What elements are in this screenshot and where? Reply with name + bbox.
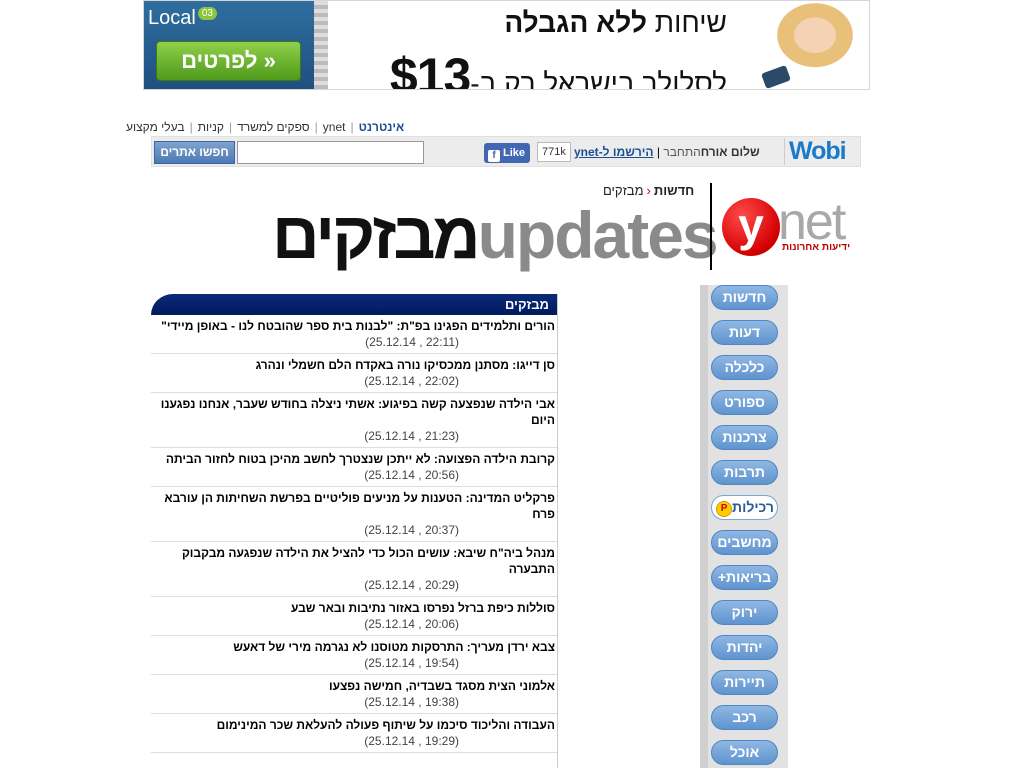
page-title-english: updates (477, 198, 719, 272)
link-shopping[interactable]: קניות (198, 120, 224, 134)
sidebar-item-8[interactable]: מחשבים (711, 530, 778, 555)
top-toolbar: חפשו אתרים f Like 771k שלום אורחהתחבר | ה… (151, 136, 861, 167)
facebook-like-count: 771k (537, 142, 571, 162)
ynet-logo-tagline: ידיעות אחרונות (782, 242, 851, 253)
news-item[interactable]: סן דייגו: מסתנן ממכסיקו נורה באקדח הלם ח… (151, 354, 557, 393)
news-list: הורים ותלמידים הפגינו בפ"ת: "לבנות בית ס… (151, 315, 557, 753)
news-item-time: (25.12.14 , 19:29) (364, 734, 459, 748)
header-divider (710, 183, 712, 270)
news-flash-panel: מבזקים הורים ותלמידים הפגינו בפ"ת: "לבנו… (151, 294, 558, 768)
link-internet[interactable]: אינטרנט (359, 120, 405, 134)
sidebar-item-label: מחשבים (717, 534, 772, 550)
sidebar-item-4[interactable]: ספורט (711, 390, 778, 415)
register-link[interactable]: הירשמו ל-ynet (574, 145, 654, 159)
news-item-time: (25.12.14 , 22:02) (364, 374, 459, 388)
search-sites-button[interactable]: חפשו אתרים (154, 141, 235, 164)
sidebar-item-label: רכילות (732, 499, 774, 515)
banner-local-badge: 03 (197, 7, 217, 20)
news-item-time: (25.12.14 , 21:23) (364, 429, 459, 443)
ynet-logo-circle: y (722, 198, 780, 256)
banner-ad[interactable]: Local 03 לפרטים » שיחות ללא הגבלה לסלולר … (143, 0, 870, 90)
sidebar-item-6[interactable]: תרבות (711, 460, 778, 485)
news-item-time: (25.12.14 , 19:38) (364, 695, 459, 709)
news-item-time: (25.12.14 , 22:11) (365, 335, 459, 349)
banner-headline: שיחות ללא הגבלה (504, 7, 727, 38)
sidebar-item-label: צרכנות (722, 429, 767, 445)
news-item-title[interactable]: פרקליט המדינה: הטענות על מניעים פוליטיים… (155, 490, 555, 522)
portal-links: ספקים למשרד|קניות|בעלי מקצוע | ynet | אינטרנ… (126, 120, 405, 134)
sidebar-item-label: אוכל (729, 744, 760, 760)
sidebar-item-12[interactable]: תיירות (711, 670, 778, 695)
news-panel-heading: מבזקים (151, 294, 557, 315)
news-item-time: (25.12.14 , 20:29) (364, 578, 459, 592)
search-input[interactable] (237, 141, 424, 164)
sidebar-item-label: בריאות+ (717, 569, 772, 585)
news-item-time: (25.12.14 , 20:37) (364, 523, 459, 537)
login-link[interactable]: התחבר (663, 145, 700, 159)
sidebar-item-14[interactable]: אוכל (711, 740, 778, 765)
user-links: שלום אורחהתחבר | הירשמו ל-ynet (574, 145, 760, 159)
news-item[interactable]: העבודה והליכוד סיכמו על שיתוף פעולה להעל… (151, 714, 557, 753)
sidebar-item-label: דעות (728, 324, 761, 340)
sidebar-item-10[interactable]: ירוק (711, 600, 778, 625)
page-title: מבזקיםupdates (272, 196, 719, 274)
sidebar-item-13[interactable]: רכב (711, 705, 778, 730)
news-item-title[interactable]: סוללות כיפת ברזל נפרסו באזור נתיבות ובאר… (155, 600, 555, 616)
sidebar-item-label: יהדות (726, 639, 763, 655)
news-item[interactable]: אבי הילדה שנפצעה קשה בפיגוע: אשתי ניצלה … (151, 393, 557, 448)
sidebar-item-9[interactable]: בריאות+ (711, 565, 778, 590)
news-item[interactable]: קרובת הילדה הפצועה: לא ייתכן שנצטרך לחשב… (151, 448, 557, 487)
link-professionals[interactable]: בעלי מקצוע (126, 120, 185, 134)
news-item-title[interactable]: סן דייגו: מסתנן ממכסיקו נורה באקדח הלם ח… (155, 357, 555, 373)
greeting-text: שלום אורח (700, 145, 760, 159)
facebook-like-button[interactable]: f Like (484, 143, 530, 163)
facebook-icon: f (488, 150, 500, 162)
sidebar-item-label: כלכלה (724, 359, 765, 375)
banner-rope-decoration (314, 1, 328, 89)
news-item-title[interactable]: קרובת הילדה הפצועה: לא ייתכן שנצטרך לחשב… (155, 451, 555, 467)
news-item[interactable]: פרקליט המדינה: הטענות על מניעים פוליטיים… (151, 487, 557, 542)
link-suppliers[interactable]: ספקים למשרד (237, 120, 310, 134)
sidebar-item-label: ירוק (731, 604, 758, 620)
banner-details-button[interactable]: לפרטים » (156, 41, 301, 81)
news-item-time: (25.12.14 , 20:06) (364, 617, 459, 631)
sidebar-item-label: ספורט (724, 394, 765, 410)
news-item[interactable]: סוללות כיפת ברזל נפרסו באזור נתיבות ובאר… (151, 597, 557, 636)
news-item[interactable]: הורים ותלמידים הפגינו בפ"ת: "לבנות בית ס… (151, 315, 557, 354)
sidebar-item-label: תרבות (724, 464, 765, 480)
wobi-logo[interactable]: Wobi (784, 138, 856, 165)
sidebar-item-label: רכב (732, 709, 757, 725)
ynet-logo[interactable]: y net ידיעות אחרונות (722, 193, 858, 258)
news-item-title[interactable]: צבא ירדן מעריך: התרסקות מטוסנו לא נגרמה … (155, 639, 555, 655)
banner-local-logo: Local 03 (148, 7, 217, 30)
sidebar-item-label: תיירות (724, 674, 765, 690)
sidebar-item-1[interactable]: חדשות (711, 285, 778, 310)
news-item-title[interactable]: אלמוני הצית מסגד בשבדיה, חמישה נפצעו (155, 678, 555, 694)
sidebar-item-7[interactable]: רכילותP (711, 495, 778, 520)
sidebar-item-3[interactable]: כלכלה (711, 355, 778, 380)
sidebar-item-2[interactable]: דעות (711, 320, 778, 345)
news-item[interactable]: צבא ירדן מעריך: התרסקות מטוסנו לא נגרמה … (151, 636, 557, 675)
news-item-title[interactable]: העבודה והליכוד סיכמו על שיתוף פעולה להעל… (155, 717, 555, 733)
news-item-time: (25.12.14 , 20:56) (364, 468, 459, 482)
sidebar-item-label: חדשות (722, 289, 767, 305)
news-item-time: (25.12.14 , 19:54) (364, 656, 459, 670)
category-sidebar: חדשות דעות כלכלה ספורט צרכנות תרבות רכילותP מחש… (700, 285, 788, 768)
news-item-title[interactable]: אבי הילדה שנפצעה קשה בפיגוע: אשתי ניצלה … (155, 396, 555, 428)
sidebar-strip (700, 285, 708, 768)
gossip-badge-icon: P (716, 501, 733, 517)
banner-local-panel: Local 03 לפרטים » (144, 1, 327, 89)
news-item-title[interactable]: הורים ותלמידים הפגינו בפ"ת: "לבנות בית ס… (155, 318, 555, 334)
sidebar-item-5[interactable]: צרכנות (711, 425, 778, 450)
news-item-title[interactable]: מנהל ביה"ח שיבא: עושים הכול כדי להציל את… (155, 545, 555, 577)
banner-subline: לסלולר בישראל רק ב-$13 (389, 47, 727, 90)
sidebar-item-11[interactable]: יהדות (711, 635, 778, 660)
news-item[interactable]: אלמוני הצית מסגד בשבדיה, חמישה נפצעו (25.… (151, 675, 557, 714)
link-ynet[interactable]: ynet (323, 120, 346, 134)
news-item[interactable]: מנהל ביה"ח שיבא: עושים הכול כדי להציל את… (151, 542, 557, 597)
page-title-hebrew: מבזקים (272, 198, 481, 272)
banner-price: $13 (389, 48, 471, 90)
